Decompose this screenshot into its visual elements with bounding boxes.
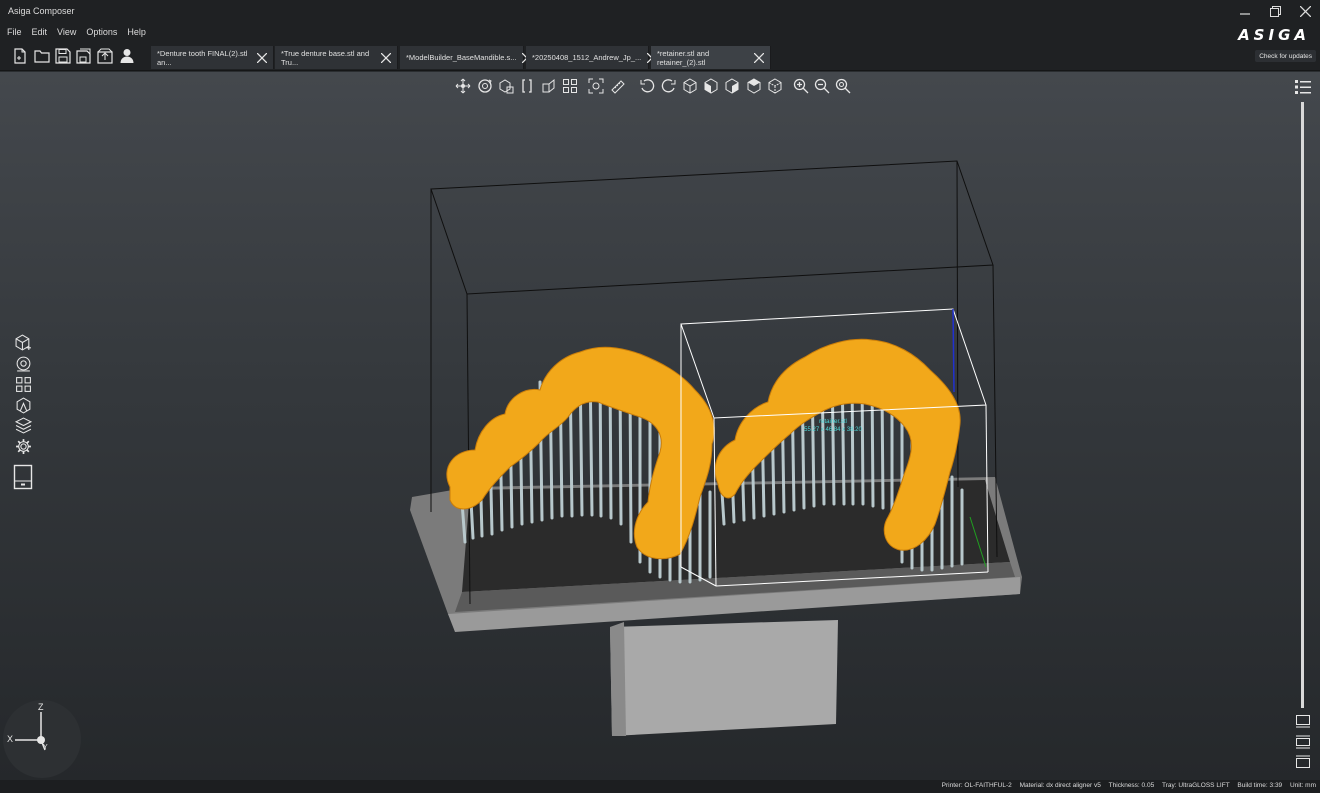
model-info-label: retainer.stl 55.27 x 46.84 x 38.20 [796,418,870,434]
file-toolbar: *Denture tooth FINAL(2).stl an... *True … [0,42,1320,71]
status-build-time: Build time: 3:39 [1237,782,1283,789]
printer-icon[interactable] [13,464,33,490]
supports-icon[interactable] [13,353,33,373]
tab-label: *True denture base.stl and Tru... [281,48,370,67]
undo-icon[interactable] [637,76,657,96]
minimize-icon [1240,13,1250,15]
axis-gizmo[interactable]: Z X Y [3,700,81,778]
save-as-icon[interactable] [74,46,94,66]
model-dimensions: 55.27 x 46.84 x 38.20 [804,427,862,433]
slice-layers-icon[interactable] [13,415,33,435]
model-name: retainer.stl [819,419,847,425]
view-top-icon[interactable] [744,76,764,96]
tab-model-builder[interactable]: *ModelBuilder_BaseMandible.s... [400,46,533,69]
tab-true-denture-base[interactable]: *True denture base.stl and Tru... [275,46,398,69]
tab-label: *20250408_1512_Andrew_Jp_... [532,53,642,62]
build-scene [410,160,1022,736]
zoom-fit-icon[interactable] [833,76,853,96]
status-printer: Printer: OL-FAITHFUL-2 [941,782,1012,789]
layout-icon[interactable] [13,374,33,394]
status-tray: Tray: UltraGLOSS LIFT [1162,782,1230,789]
tab-label: *ModelBuilder_BaseMandible.s... [406,53,517,62]
list-view-icon[interactable] [1294,78,1312,96]
title-bar: Asiga Composer [0,0,1320,22]
menu-file[interactable]: File [2,27,27,37]
view-side-icon[interactable] [722,76,742,96]
menu-edit[interactable]: Edit [27,27,53,37]
tab-label: *Denture tooth FINAL(2).stl an... [157,48,248,67]
save-icon[interactable] [53,46,73,66]
status-thickness: Thickness: 0.05 [1108,782,1155,789]
tab-retainer[interactable]: *retainer.stl and retainer_(2).stl [651,46,771,69]
close-icon[interactable] [256,52,267,64]
layer-top-icon[interactable] [1294,713,1312,729]
scale-icon[interactable] [496,76,516,96]
build-pedestal [610,620,838,736]
restore-icon [1269,5,1281,17]
3d-viewport[interactable]: retainer.stl 55.27 x 46.84 x 38.20 Z X Y [0,72,1320,780]
new-file-icon[interactable] [10,46,30,66]
menu-view[interactable]: View [52,27,81,37]
layer-slider[interactable] [1301,102,1304,708]
arrange-icon[interactable] [560,76,580,96]
mirror-icon[interactable] [517,76,537,96]
user-icon[interactable] [117,46,137,66]
zoom-out-icon[interactable] [812,76,832,96]
status-bar: Printer: OL-FAITHFUL-2 Material: dx dire… [0,780,1320,793]
tab-denture-tooth[interactable]: *Denture tooth FINAL(2).stl an... [151,46,274,69]
add-part-icon[interactable] [13,332,33,352]
tab-20250408[interactable]: *20250408_1512_Andrew_Jp_... [526,46,658,69]
fit-view-icon[interactable] [586,76,606,96]
redo-icon[interactable] [659,76,679,96]
window-title: Asiga Composer [8,6,75,16]
status-unit: Unit: mm [1290,782,1316,789]
move-icon[interactable] [453,76,473,96]
tab-label: *retainer.stl and retainer_(2).stl [657,48,710,67]
measure-icon[interactable] [608,76,628,96]
z-axis-label: Z [38,702,44,712]
zoom-in-icon[interactable] [791,76,811,96]
close-icon[interactable] [753,52,764,64]
x-axis-label: X [7,734,14,744]
close-icon[interactable] [380,52,391,64]
close-icon [1299,5,1311,17]
check-updates-button[interactable]: Check for updates [1255,50,1316,62]
menu-help[interactable]: Help [122,27,151,37]
restore-button[interactable] [1260,0,1290,22]
rotate-icon[interactable] [475,76,495,96]
layer-bottom-icon[interactable] [1294,754,1312,770]
view-bottom-icon[interactable] [765,76,785,96]
export-icon[interactable] [95,46,115,66]
layer-middle-icon[interactable] [1294,734,1312,750]
menu-bar: File Edit View Options Help [0,22,1320,42]
model-builder-icon[interactable] [13,395,33,415]
menu-options[interactable]: Options [81,27,122,37]
view-iso-icon[interactable] [680,76,700,96]
minimize-button[interactable] [1230,0,1260,22]
orient-icon[interactable] [539,76,559,96]
z-axis-line [952,308,955,393]
close-button[interactable] [1290,0,1320,22]
open-folder-icon[interactable] [32,46,52,66]
settings-icon[interactable] [13,436,33,456]
status-material: Material: dx direct aligner v5 [1019,782,1101,789]
view-front-icon[interactable] [701,76,721,96]
y-axis-label: Y [43,744,48,751]
